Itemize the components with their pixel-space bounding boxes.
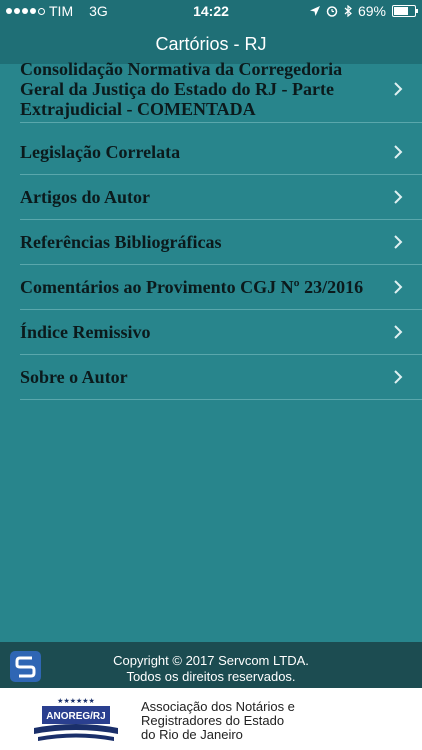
menu-item-label: Referências Bibliográficas [20, 232, 222, 252]
menu-item-referencias-bibliograficas[interactable]: Referências Bibliográficas [20, 220, 422, 265]
menu-item-comentarios-provimento[interactable]: Comentários ao Provimento CGJ Nº 23/2016 [20, 265, 422, 310]
anoreg-logo-text: ANOREG/RJ [46, 711, 105, 722]
chevron-right-icon [394, 190, 403, 204]
menu-item-indice-remissivo[interactable]: Índice Remissivo [20, 310, 422, 355]
chevron-right-icon [394, 280, 403, 294]
chevron-right-icon [394, 325, 403, 339]
copyright-text: Copyright © 2017 Servcom LTDA. Todos os … [0, 653, 422, 685]
menu-item-sobre-o-autor[interactable]: Sobre o Autor [20, 355, 422, 400]
status-bar: TIM 3G 14:22 69% [0, 0, 422, 22]
association-line: Registradores do Estado [141, 713, 285, 728]
bluetooth-icon [344, 5, 352, 17]
nav-header: TIM 3G 14:22 69% Cartórios - RJ [0, 0, 422, 64]
footer: Copyright © 2017 Servcom LTDA. Todos os … [0, 642, 422, 688]
alarm-icon [326, 6, 338, 17]
association-line: Associação dos Notários e [141, 699, 295, 714]
association-line: do Rio de Janeiro [141, 727, 243, 742]
chevron-right-icon [394, 370, 403, 384]
location-icon [309, 6, 320, 16]
menu-item-label: Legislação Correlata [20, 142, 181, 162]
rights-line: Todos os direitos reservados. [126, 669, 296, 684]
battery-percent: 69% [357, 3, 386, 19]
page-title: Cartórios - RJ [155, 34, 267, 54]
menu-item-label: Artigos do Autor [20, 187, 150, 207]
anoreg-logo: ★★★★★★ ANOREG/RJ [34, 697, 118, 741]
svg-text:★★★★★★: ★★★★★★ [57, 697, 95, 705]
association-name: Associação dos Notários e Registradores … [141, 700, 295, 742]
menu-item-legislacao-correlata[interactable]: Legislação Correlata [20, 130, 422, 175]
status-right: 69% [309, 3, 418, 19]
menu-item-label: Comentários ao Provimento CGJ Nº 23/2016 [20, 277, 364, 297]
chevron-right-icon [394, 82, 403, 96]
menu-item-artigos-do-autor[interactable]: Artigos do Autor [20, 175, 422, 220]
menu-item-consolidacao-normativa[interactable]: Consolidação Normativa da Corregedoria G… [20, 56, 422, 123]
menu-item-label: Índice Remissivo [20, 322, 151, 342]
copyright-line: Copyright © 2017 Servcom LTDA. [113, 653, 309, 668]
menu-item-label: Consolidação Normativa da Corregedoria G… [20, 59, 343, 119]
menu-item-label: Sobre o Autor [20, 367, 128, 387]
chevron-right-icon [394, 145, 403, 159]
chevron-right-icon [394, 235, 403, 249]
battery-icon [392, 5, 418, 17]
association-banner: ★★★★★★ ANOREG/RJ Associação dos Notários… [0, 688, 422, 750]
